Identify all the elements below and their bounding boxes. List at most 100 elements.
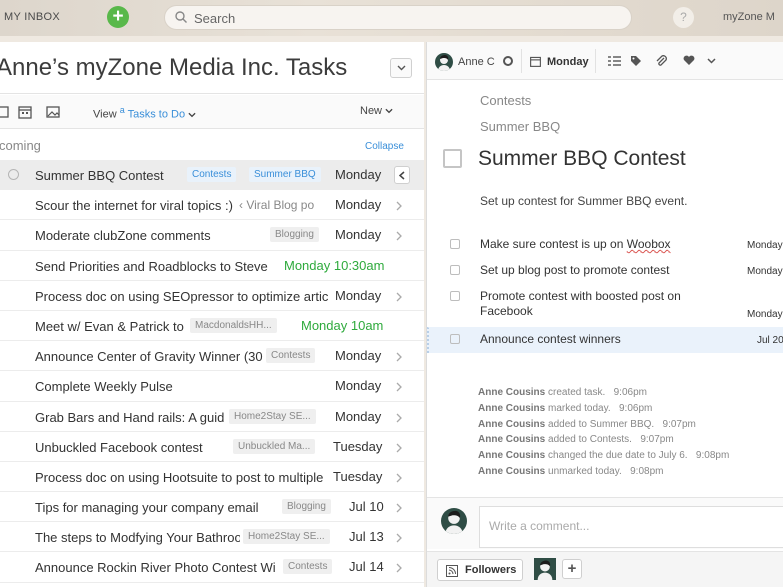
list-options-button[interactable] (390, 58, 412, 78)
subtask-due[interactable]: Monday (747, 240, 783, 251)
table-row[interactable]: Send Priorities and Roadblocks to Steve M… (0, 251, 424, 281)
due-date-button[interactable]: Monday (547, 56, 589, 68)
subtask-due[interactable]: Monday (747, 266, 783, 277)
chevron-right-icon[interactable] (396, 530, 408, 543)
avatar[interactable] (435, 53, 453, 71)
image-icon[interactable] (45, 104, 61, 120)
task-title[interactable]: Grab Bars and Hand rails: A guid (35, 410, 225, 425)
activity-user[interactable]: Anne Cousins (478, 403, 545, 414)
task-title[interactable]: Announce Rockin River Photo Contest Wi (35, 560, 278, 575)
activity-user[interactable]: Anne Cousins (478, 434, 545, 445)
workspace-name[interactable]: myZone M (723, 11, 775, 23)
table-row[interactable]: The steps to Modfying Your Bathroo Home2S… (0, 522, 424, 553)
table-row[interactable]: Complete Weekly Pulse Monday (0, 371, 424, 402)
task-description[interactable]: Set up contest for Summer BBQ event. (480, 194, 687, 208)
subtask-text[interactable]: Set up blog post to promote contest (480, 263, 720, 278)
tag-badge[interactable]: Summer BBQ (249, 167, 321, 182)
table-row[interactable]: Moderate clubZone comments Blogging Monday (0, 220, 424, 251)
new-button[interactable]: New (360, 105, 393, 117)
tag-badge[interactable]: Contests (187, 167, 237, 182)
follower-avatar[interactable] (534, 558, 556, 580)
table-row[interactable]: Process doc on using SEOpressor to optim… (0, 281, 424, 311)
comment-input[interactable]: Write a comment... (479, 506, 783, 548)
breadcrumb-subproject[interactable]: Summer BBQ (480, 119, 560, 134)
help-button[interactable]: ? (673, 7, 694, 28)
tag-badge[interactable]: Unbuckled Ma... (233, 438, 316, 454)
followers-button[interactable]: Followers (437, 559, 523, 581)
calendar-icon[interactable] (17, 104, 33, 120)
assignee-name[interactable]: Anne C (458, 56, 495, 68)
context-label[interactable]: ‹ Viral Blog po (239, 198, 314, 212)
task-title[interactable]: Tips for managing your company email (35, 500, 259, 515)
subtask-checkbox[interactable] (450, 265, 460, 275)
task-title[interactable]: The steps to Modfying Your Bathroo (35, 530, 240, 545)
heart-icon[interactable] (683, 55, 695, 66)
search-input[interactable]: Search (164, 5, 632, 30)
table-row[interactable]: Announce Rockin River Photo Contest Wi Co… (0, 552, 424, 583)
subtask-checkbox[interactable] (450, 334, 460, 344)
activity-user[interactable]: Anne Cousins (478, 387, 545, 398)
subtask-due[interactable]: Jul 20 (757, 335, 783, 346)
add-follower-button[interactable]: + (562, 559, 582, 579)
chevron-down-icon[interactable] (707, 58, 716, 64)
task-due-date[interactable]: Monday (335, 167, 381, 182)
task-title[interactable]: Summer BBQ Contest (35, 168, 164, 183)
tag-badge[interactable]: Contests (283, 559, 333, 575)
complete-task-checkbox[interactable] (443, 149, 462, 168)
task-title[interactable]: Send Priorities and Roadblocks to Steve (35, 259, 268, 274)
task-due-date[interactable]: Monday (335, 409, 381, 424)
task-title[interactable]: Moderate clubZone comments (35, 228, 211, 243)
attachment-icon[interactable] (655, 55, 668, 68)
subtask-text[interactable]: Promote contest with boosted post on Fac… (480, 289, 720, 319)
view-selector[interactable]: View a Tasks to Do (93, 105, 196, 121)
add-task-button[interactable]: + (107, 6, 129, 28)
table-row[interactable]: Announce Center of Gravity Winner (30 Con… (0, 341, 424, 372)
table-row[interactable]: Tips for managing your company email Blog… (0, 492, 424, 523)
table-row[interactable]: Meet w/ Evan & Patrick to MacdonaldsHH...… (0, 311, 424, 342)
priority-icon[interactable] (503, 56, 513, 66)
subtask-text[interactable]: Make sure contest is up on Woobox (480, 237, 720, 252)
complete-task-checkbox[interactable] (8, 169, 19, 180)
chevron-right-icon[interactable] (396, 440, 408, 453)
task-title[interactable]: Unbuckled Facebook contest (35, 440, 203, 455)
tag-badge[interactable]: Blogging (270, 227, 319, 243)
task-due-date[interactable]: Jul 14 (349, 559, 384, 574)
task-due-date[interactable]: Monday 10am (301, 318, 383, 333)
subtask-text[interactable]: Announce contest winners (480, 332, 720, 347)
subtask-due[interactable]: Monday (747, 309, 783, 320)
chevron-right-icon[interactable] (396, 379, 408, 392)
task-title[interactable]: Scour the internet for viral topics :) (35, 198, 235, 213)
task-due-date[interactable]: Jul 10 (349, 499, 384, 514)
task-due-date[interactable]: Tuesday (333, 439, 382, 454)
task-due-date[interactable]: Tuesday (333, 469, 382, 484)
chevron-right-icon[interactable] (396, 470, 408, 483)
task-title[interactable]: Process doc on using SEOpressor to optim… (35, 289, 332, 304)
table-row[interactable]: Unbuckled Facebook contest Unbuckled Ma..… (0, 432, 424, 462)
task-title[interactable]: Announce Center of Gravity Winner (30 (35, 349, 263, 364)
chevron-right-icon[interactable] (396, 228, 408, 241)
chevron-right-icon[interactable] (396, 560, 408, 573)
tag-badge[interactable]: Contests (266, 348, 316, 364)
subtask-item[interactable]: Announce contest winners Jul 20 (427, 327, 783, 353)
table-row[interactable]: Grab Bars and Hand rails: A guid Home2Sta… (0, 402, 424, 432)
chevron-right-icon[interactable] (396, 349, 408, 362)
breadcrumb-project[interactable]: Contests (480, 93, 531, 108)
task-due-date[interactable]: Monday (335, 378, 381, 393)
subtask-checkbox[interactable] (450, 239, 460, 249)
tag-badge[interactable]: MacdonaldsHH... (190, 317, 277, 333)
subtasks-icon[interactable] (608, 55, 621, 67)
subtask-checkbox[interactable] (450, 291, 460, 301)
task-due-date[interactable]: Monday (335, 197, 381, 212)
tag-badge[interactable]: Blogging (282, 499, 331, 515)
subtask-item[interactable]: Set up blog post to promote contest Mond… (427, 258, 783, 284)
task-title[interactable]: Process doc on using Hootsuite to post t… (35, 470, 330, 485)
task-due-date[interactable]: Monday (335, 348, 381, 363)
subtask-item[interactable]: Promote contest with boosted post on Fac… (427, 284, 783, 327)
table-row[interactable]: Summer BBQ Contest Contests Summer BBQ Mond… (0, 160, 424, 191)
activity-user[interactable]: Anne Cousins (478, 419, 545, 430)
task-due-date[interactable]: Monday (335, 227, 381, 242)
chevron-right-icon[interactable] (396, 500, 408, 513)
activity-user[interactable]: Anne Cousins (478, 450, 545, 461)
tag-icon[interactable] (630, 55, 642, 67)
subtask-item[interactable]: Make sure contest is up on Woobox Monday (427, 232, 783, 258)
